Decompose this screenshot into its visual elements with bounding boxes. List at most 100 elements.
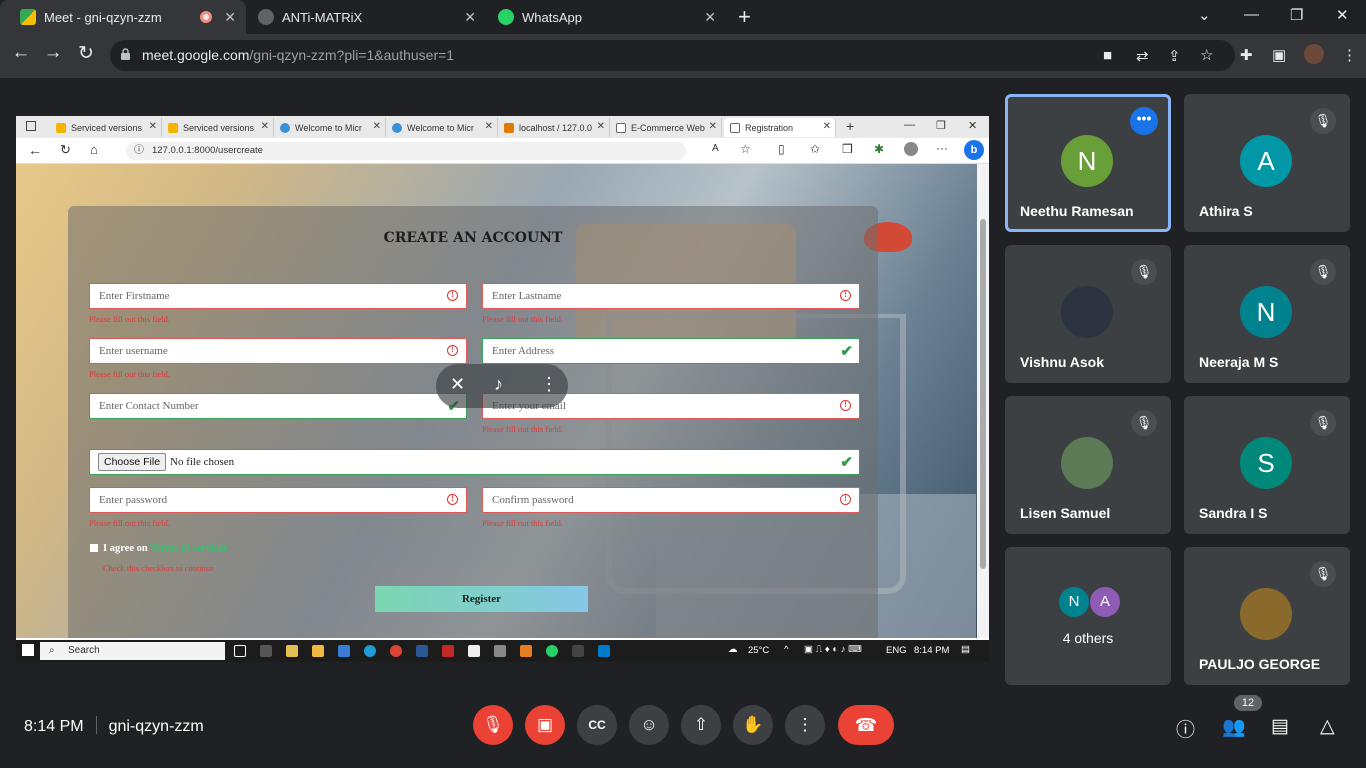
close-tab-icon[interactable]: ✕ xyxy=(823,121,831,132)
favorite-icon[interactable]: ☆ xyxy=(740,142,751,156)
minimize-icon[interactable]: — xyxy=(904,119,915,131)
participant-tile[interactable]: 🎙 Vishnu Asok xyxy=(1005,245,1171,383)
bing-icon[interactable]: b xyxy=(964,140,984,160)
whatsapp-icon[interactable] xyxy=(546,645,558,657)
close-tab-icon[interactable]: ✕ xyxy=(149,121,157,132)
app-icon[interactable] xyxy=(260,645,272,657)
edge-address-bar[interactable]: ⓘ 127.0.0.1:8000/usercreate xyxy=(126,142,686,160)
profile-avatar[interactable] xyxy=(1304,44,1324,64)
language-indicator[interactable]: ENG xyxy=(886,645,907,656)
chat-icon[interactable]: ▤ xyxy=(1271,715,1289,738)
chrome-menu-icon[interactable]: ⋮ xyxy=(1342,46,1357,64)
chrome-icon[interactable] xyxy=(390,645,402,657)
app-icon[interactable] xyxy=(416,645,428,657)
close-tab-icon[interactable]: ✕ xyxy=(704,9,716,26)
address-input[interactable]: Enter Address ✔ xyxy=(482,338,860,364)
contact-number-input[interactable]: Enter Contact Number✔ xyxy=(89,393,467,419)
participant-tile[interactable]: N 🎙 Neeraja M S xyxy=(1184,245,1350,383)
back-icon[interactable]: ← xyxy=(28,142,42,158)
restore-icon[interactable]: ❐ xyxy=(1290,6,1303,24)
emoji-button[interactable]: ☺ xyxy=(629,705,669,745)
mail-icon[interactable] xyxy=(338,645,350,657)
minimize-icon[interactable]: — xyxy=(1244,6,1259,23)
choose-file-button[interactable]: Choose File xyxy=(98,453,167,471)
mute-tile-icon[interactable]: ♪ xyxy=(494,374,503,395)
close-tab-icon[interactable]: ✕ xyxy=(485,121,493,132)
terminal-icon[interactable] xyxy=(572,645,584,657)
raise-hand-button[interactable]: ✋ xyxy=(733,705,773,745)
settings-more-icon[interactable]: ··· xyxy=(936,141,948,155)
tray-icons[interactable]: ▣ ⎍ ♦ ◐ ♪ ⌨ xyxy=(804,644,862,655)
close-tab-icon[interactable]: ✕ xyxy=(709,121,717,132)
app-icon[interactable] xyxy=(494,645,506,657)
pin-off-icon[interactable]: ✕ xyxy=(450,374,465,395)
mic-toggle-button[interactable]: 🎙 xyxy=(473,705,513,745)
restore-icon[interactable]: ❐ xyxy=(936,119,946,132)
tab-antimatrix[interactable]: ANTi-MATRiX ✕ xyxy=(238,0,486,34)
others-tile[interactable]: N A 4 others xyxy=(1005,547,1171,685)
bookmark-star-icon[interactable]: ☆ xyxy=(1200,46,1213,64)
confirm-password-input[interactable]: Confirm password! xyxy=(482,487,860,513)
home-icon[interactable]: ⌂ xyxy=(90,142,98,157)
close-tab-icon[interactable]: ✕ xyxy=(464,9,476,26)
edge-tab[interactable]: localhost / 127.0.0 ✕ xyxy=(498,118,610,137)
edge-tab-registration[interactable]: Registration ✕ xyxy=(724,118,836,137)
side-panel-icon[interactable]: ▣ xyxy=(1272,46,1286,64)
profile-avatar[interactable] xyxy=(904,142,918,156)
password-input[interactable]: Enter password! xyxy=(89,487,467,513)
leave-call-button[interactable]: ☎ xyxy=(838,705,894,745)
meeting-code[interactable]: gni-qzyn-zzm xyxy=(109,718,204,735)
extensions-icon[interactable]: ✚ xyxy=(1240,46,1253,64)
notification-icon[interactable]: ▤ xyxy=(961,644,970,655)
address-bar[interactable]: meet.google.com/gni-qzyn-zzm?pli=1&authu… xyxy=(110,40,1235,71)
scroll-thumb[interactable] xyxy=(980,219,986,569)
terms-link[interactable]: Terms of services xyxy=(150,543,227,554)
close-tab-icon[interactable]: ✕ xyxy=(224,9,236,26)
camera-icon[interactable]: ■ xyxy=(1103,47,1112,64)
tab-search-icon[interactable]: ⌄ xyxy=(1198,6,1211,24)
participant-tile[interactable]: A 🎙 Athira S xyxy=(1184,94,1350,232)
tab-whatsapp[interactable]: WhatsApp ✕ xyxy=(478,0,726,34)
vscode-icon[interactable] xyxy=(598,645,610,657)
file-explorer-icon[interactable] xyxy=(312,645,324,657)
favorites-icon[interactable]: ✩ xyxy=(810,142,820,156)
forward-icon[interactable]: → xyxy=(40,42,66,64)
windows-start-icon[interactable] xyxy=(22,644,34,656)
edge-tab[interactable]: Serviced versions ✕ xyxy=(50,118,162,137)
app-icon[interactable] xyxy=(286,645,298,657)
meeting-info-icon[interactable]: ⓘ xyxy=(1176,715,1195,742)
close-window-icon[interactable]: ✕ xyxy=(968,119,977,132)
reload-icon[interactable]: ↻ xyxy=(73,42,99,65)
close-tab-icon[interactable]: ✕ xyxy=(597,121,605,132)
participant-tile[interactable]: S 🎙 Sandra I S xyxy=(1184,396,1350,534)
edge-tab[interactable]: Welcome to Micr ✕ xyxy=(274,118,386,137)
split-screen-icon[interactable]: ▯ xyxy=(778,142,785,156)
more-options-button[interactable]: ⋮ xyxy=(785,705,825,745)
back-icon[interactable]: ← xyxy=(8,42,34,64)
tab-meet[interactable]: Meet - gni-qzyn-zzm ✕ xyxy=(0,0,246,34)
more-options-icon[interactable]: ⋮ xyxy=(540,374,558,395)
share-icon[interactable]: ⇪ xyxy=(1168,47,1181,65)
app-icon[interactable] xyxy=(442,645,454,657)
firstname-input[interactable]: Enter Firstname! xyxy=(89,283,467,309)
app-icon[interactable] xyxy=(520,645,532,657)
task-view-icon[interactable] xyxy=(234,645,246,657)
people-icon[interactable]: 👥 xyxy=(1222,715,1246,739)
translate-icon[interactable]: ⇄ xyxy=(1136,47,1149,65)
present-button[interactable]: ⇧ xyxy=(681,705,721,745)
lastname-input[interactable]: Enter Lastname! xyxy=(482,283,860,309)
taskbar-search[interactable]: ⌕ Search xyxy=(40,642,225,660)
participant-tile[interactable]: 🎙 PAULJO GEORGE xyxy=(1184,547,1350,685)
participant-tile[interactable]: N ••• Neethu Ramesan xyxy=(1005,94,1171,232)
close-tab-icon[interactable]: ✕ xyxy=(373,121,381,132)
terms-checkbox[interactable] xyxy=(90,544,98,552)
page-scrollbar[interactable] xyxy=(977,164,989,638)
tab-actions-icon[interactable] xyxy=(26,121,36,131)
close-tab-icon[interactable]: ✕ xyxy=(261,121,269,132)
tray-chevron-icon[interactable]: ^ xyxy=(784,644,788,655)
new-tab-icon[interactable]: + xyxy=(846,118,854,134)
edge-tab[interactable]: E-Commerce Web ✕ xyxy=(610,118,722,137)
activities-icon[interactable]: △ xyxy=(1320,715,1335,738)
edge-tab[interactable]: Welcome to Micr ✕ xyxy=(386,118,498,137)
edge-tab[interactable]: Serviced versions ✕ xyxy=(162,118,274,137)
